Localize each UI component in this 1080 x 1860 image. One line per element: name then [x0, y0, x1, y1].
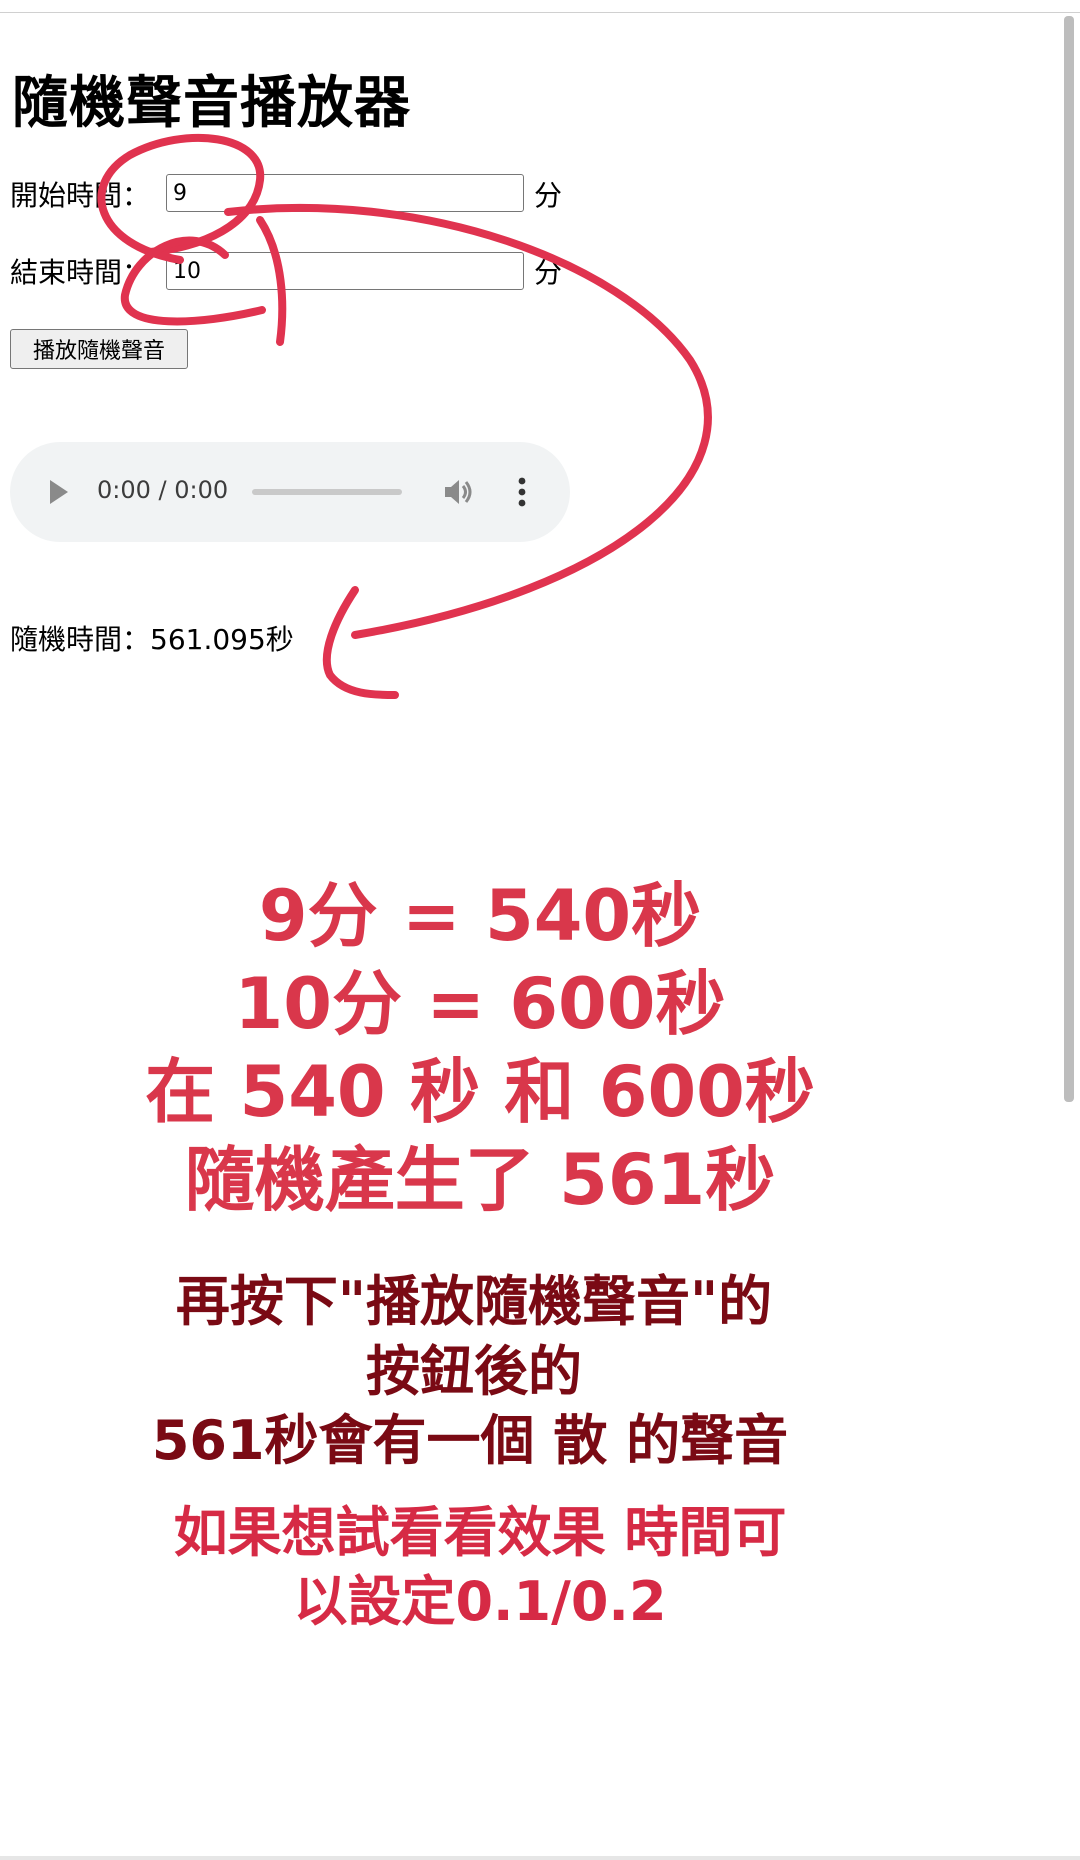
start-time-label: 開始時間： [10, 179, 151, 212]
annotation-line-4: 隨機產生了 561秒 [184, 1139, 776, 1221]
audio-player: 0:00 / 0:00 [10, 442, 570, 542]
end-time-label: 結束時間： [10, 256, 151, 289]
volume-icon[interactable] [442, 476, 474, 508]
page-title: 隨機聲音播放器 [12, 71, 411, 136]
play-random-sound-button[interactable]: 播放隨機聲音 [10, 329, 188, 369]
play-icon[interactable] [50, 480, 68, 504]
random-time-result: 隨機時間：561.095秒 [10, 623, 294, 656]
annotation-line-6: 按鈕後的 [366, 1340, 582, 1403]
annotation-line-8: 如果想試看看效果 時間可 [173, 1501, 787, 1564]
annotation-line-2: 10分 = 600秒 [234, 963, 726, 1045]
annotation-line-1: 9分 = 540秒 [258, 875, 702, 957]
more-vertical-icon[interactable] [516, 476, 528, 508]
audio-time-display: 0:00 / 0:00 [97, 476, 229, 504]
annotation-line-9: 以設定0.1/0.2 [293, 1570, 667, 1633]
start-time-unit: 分 [534, 179, 563, 212]
end-time-input[interactable] [166, 252, 524, 290]
start-time-input[interactable] [166, 174, 524, 212]
bottom-edge [0, 1856, 1080, 1860]
top-edge [0, 0, 1080, 13]
annotation-line-3: 在 540 秒 和 600秒 [145, 1051, 815, 1133]
scrollbar[interactable] [1064, 16, 1074, 1102]
audio-progress-slider[interactable] [252, 489, 402, 495]
annotation-line-5: 再按下"播放隨機聲音"的 [175, 1270, 773, 1333]
annotation-line-7: 561秒會有一個 散 的聲音 [151, 1409, 789, 1472]
end-time-unit: 分 [534, 256, 563, 289]
